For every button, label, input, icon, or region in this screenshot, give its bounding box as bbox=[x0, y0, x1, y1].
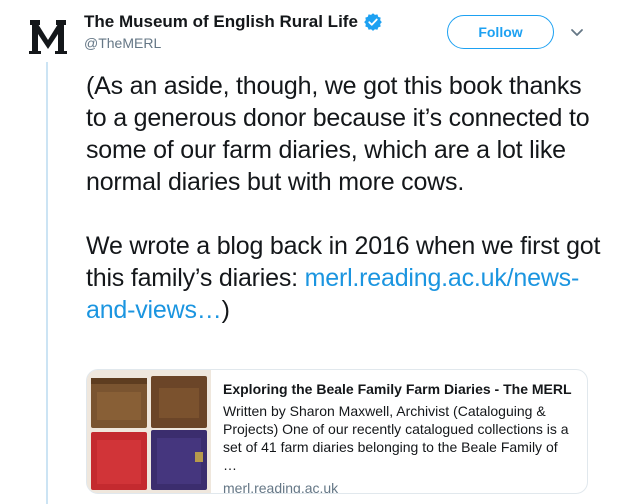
card-image bbox=[87, 370, 211, 493]
tweet-text: (As an aside, though, we got this book t… bbox=[86, 70, 606, 326]
card-description: Written by Sharon Maxwell, Archivist (Ca… bbox=[223, 403, 569, 473]
display-name[interactable]: The Museum of English Rural Life bbox=[84, 12, 358, 32]
merl-logo-icon bbox=[29, 20, 67, 54]
diaries-photo bbox=[87, 370, 211, 493]
thread-line bbox=[46, 62, 48, 504]
chevron-down-icon[interactable] bbox=[569, 24, 585, 40]
closing-paren: ) bbox=[221, 296, 230, 324]
follow-button[interactable]: Follow bbox=[447, 15, 554, 49]
card-domain: merl.reading.ac.uk bbox=[223, 480, 339, 494]
tweet: The Museum of English Rural Life @TheMER… bbox=[0, 0, 621, 504]
link-preview-card[interactable]: Exploring the Beale Family Farm Diaries … bbox=[86, 369, 588, 494]
tweet-paragraph-1: (As an aside, though, we got this book t… bbox=[86, 72, 590, 196]
tweet-paragraph-2: We wrote a blog back in 2016 when we fir… bbox=[86, 230, 606, 326]
handle[interactable]: @TheMERL bbox=[84, 35, 383, 51]
card-title: Exploring the Beale Family Farm Diaries … bbox=[223, 381, 572, 397]
avatar[interactable] bbox=[26, 14, 70, 58]
name-row: The Museum of English Rural Life bbox=[84, 12, 383, 32]
card-body: Exploring the Beale Family Farm Diaries … bbox=[211, 370, 587, 493]
tweet-header: The Museum of English Rural Life @TheMER… bbox=[84, 12, 383, 51]
verified-badge-icon bbox=[363, 12, 383, 32]
